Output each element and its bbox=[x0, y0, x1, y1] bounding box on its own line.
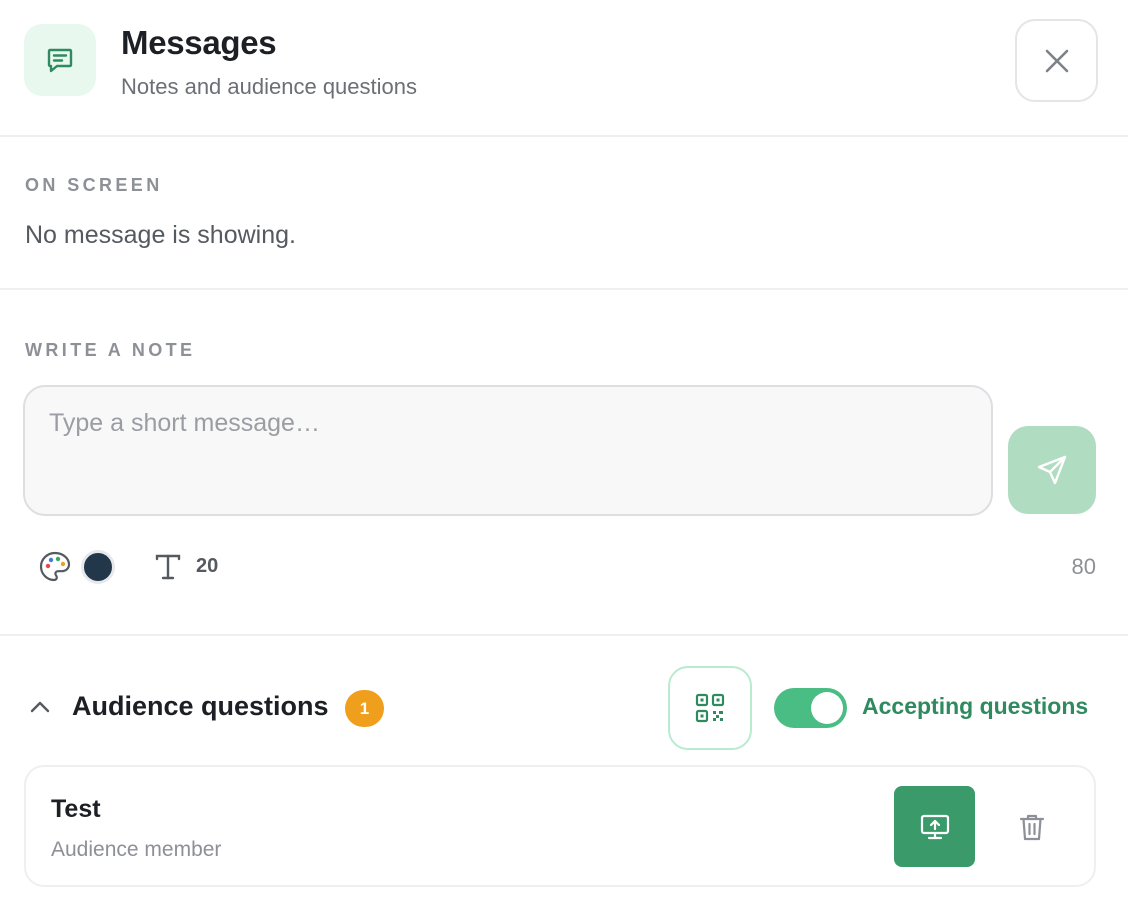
font-size-value[interactable]: 20 bbox=[196, 555, 218, 578]
question-author: Audience member bbox=[51, 838, 222, 861]
present-question-button[interactable] bbox=[894, 786, 975, 867]
qr-code-button[interactable] bbox=[668, 666, 752, 750]
page-subtitle: Notes and audience questions bbox=[121, 74, 417, 99]
audience-questions-header: Audience questions 1 Accepting questions bbox=[0, 636, 1128, 766]
question-text: Test bbox=[51, 795, 101, 823]
question-count-badge: 1 bbox=[345, 690, 384, 727]
message-square-icon bbox=[24, 24, 96, 96]
trash-icon bbox=[1019, 814, 1045, 841]
font-size-icon[interactable] bbox=[153, 552, 183, 582]
present-screen-icon bbox=[920, 814, 949, 839]
page-title: Messages bbox=[121, 24, 277, 61]
send-icon bbox=[1037, 455, 1067, 485]
delete-question-button[interactable] bbox=[1014, 809, 1050, 845]
accepting-questions-label[interactable]: Accepting questions bbox=[862, 693, 1088, 720]
on-screen-label: ON SCREEN bbox=[25, 175, 163, 195]
send-button[interactable] bbox=[1008, 426, 1096, 514]
chevron-up-icon[interactable] bbox=[28, 695, 52, 719]
palette-icon[interactable] bbox=[38, 550, 72, 584]
qr-code-icon bbox=[695, 693, 725, 723]
toggle-knob bbox=[811, 692, 843, 724]
audience-questions-title[interactable]: Audience questions bbox=[72, 691, 329, 722]
accepting-questions-toggle[interactable] bbox=[774, 688, 847, 728]
on-screen-section: ON SCREEN No message is showing. bbox=[0, 137, 1128, 290]
question-card: Test Audience member bbox=[24, 765, 1096, 887]
messages-panel: Messages Notes and audience questions ON… bbox=[0, 0, 1128, 916]
text-color-swatch[interactable] bbox=[81, 550, 115, 584]
note-input[interactable] bbox=[23, 385, 993, 516]
on-screen-status: No message is showing. bbox=[25, 221, 296, 249]
close-button[interactable] bbox=[1015, 19, 1098, 102]
character-count: 80 bbox=[1071, 554, 1096, 579]
write-note-label: WRITE A NOTE bbox=[25, 340, 196, 360]
panel-header: Messages Notes and audience questions bbox=[0, 0, 1128, 137]
write-note-section: WRITE A NOTE 20 80 bbox=[0, 290, 1128, 636]
close-icon bbox=[1045, 49, 1068, 72]
